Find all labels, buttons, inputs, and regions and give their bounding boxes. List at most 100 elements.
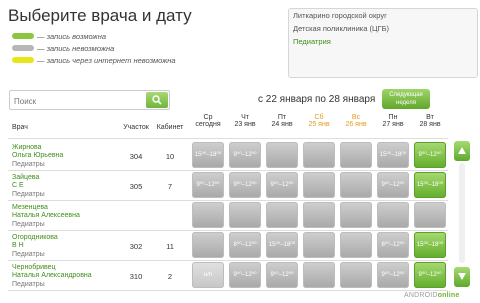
doctor-cabinet: 10 <box>165 152 175 161</box>
schedule-slot: 15⁰⁰–18⁰⁰ <box>266 232 298 258</box>
schedule-slot <box>303 172 335 198</box>
schedule-slot[interactable]: 15⁰⁰–18⁰⁰ <box>414 232 446 258</box>
schedule-slot <box>340 142 372 168</box>
search-input[interactable] <box>10 92 141 111</box>
row-divider <box>8 230 448 231</box>
scroll-up-button[interactable] <box>454 141 470 161</box>
day-name: Вт <box>426 114 434 121</box>
doctor-specialty: Педиатры <box>12 281 45 288</box>
doctor-surname: Огородникова <box>12 234 58 241</box>
doctor-name[interactable]: Жирнова Ольга Юрьевна <box>12 144 63 160</box>
legend-swatch <box>12 33 34 39</box>
legend-item-unavailable: — запись невозможна <box>12 42 176 54</box>
day-name: Вс <box>351 114 361 121</box>
schedule-slot <box>229 202 261 228</box>
search-button[interactable] <box>146 92 168 108</box>
schedule-slot <box>303 232 335 258</box>
col-day-3: Сб 25 янв <box>302 114 336 128</box>
schedule-slot: 9⁰⁰–12⁰⁰ <box>192 172 224 198</box>
day-date: сегодня <box>195 121 221 128</box>
date-range: с 22 января по 28 января <box>258 94 376 105</box>
schedule-slot: 9⁰⁰–12⁰⁰ <box>377 172 409 198</box>
clinic-specialty[interactable]: Педиатрия <box>289 35 477 48</box>
doctor-surname: Жирнова <box>12 144 42 151</box>
day-date: 24 янв <box>271 121 293 128</box>
doctor-specialty: Педиатры <box>12 221 45 228</box>
col-day-2: Пт 24 янв <box>265 114 299 128</box>
next-week-label-1: Следующая <box>389 92 423 98</box>
doctor-cabinet: 7 <box>167 182 173 191</box>
clinic-region: Литкарино городской округ <box>293 11 387 20</box>
search-box <box>9 90 170 111</box>
doctor-surname: Зайцева <box>12 174 40 181</box>
row-divider <box>8 290 448 291</box>
doctor-name[interactable]: Чернобривец Наталья Александровна <box>12 264 92 280</box>
watermark-part-a: ANDROID <box>404 292 438 299</box>
day-date: 28 янв <box>419 121 441 128</box>
next-week-button[interactable]: Следующая неделя <box>382 89 430 109</box>
schedule-slot: 9⁰⁰–12⁰⁰ <box>266 172 298 198</box>
watermark-part-b: online <box>437 292 460 299</box>
schedule-slot: 9⁰⁰–12⁰⁰ <box>229 142 261 168</box>
doctor-given-names: Ольга Юрьевна <box>12 152 64 159</box>
clinic-info-panel: Литкарино городской округ Детская поликл… <box>288 8 478 78</box>
doctor-name[interactable]: Огородникова В Н <box>12 234 58 250</box>
clinic-name: Детская поликлиника (ЦГБ) <box>293 24 389 33</box>
doctor-cabinet: 2 <box>167 272 173 281</box>
day-name: Пт <box>277 114 287 121</box>
scroll-down-button[interactable] <box>454 267 470 287</box>
schedule-slot: 9⁰⁰–12⁰⁰ <box>229 262 261 288</box>
schedule-slot <box>303 202 335 228</box>
day-date: 23 янв <box>234 121 256 128</box>
schedule-slot: 9⁰⁰–12⁰⁰ <box>266 262 298 288</box>
scrollbar-track[interactable] <box>459 163 465 263</box>
legend-swatch <box>12 45 34 51</box>
day-name: Чт <box>241 114 249 121</box>
doctor-area: 310 <box>129 272 143 281</box>
doctor-given-names: В Н <box>12 242 24 249</box>
col-day-6: Вт 28 янв <box>413 114 447 128</box>
col-day-1: Чт 23 янв <box>228 114 262 128</box>
day-name: Сб <box>314 114 324 121</box>
day-name: Пн <box>388 114 398 121</box>
doctor-area: 304 <box>129 152 143 161</box>
doctor-name[interactable]: Мезенцева Наталья Алексеевна <box>12 204 80 220</box>
schedule-slot: 8⁰⁰–12⁰⁰ <box>377 232 409 258</box>
col-day-4: Вс 26 янв <box>339 114 373 128</box>
row-divider <box>8 260 448 261</box>
doctor-specialty: Педиатры <box>12 251 45 258</box>
doctor-area: 305 <box>129 182 143 191</box>
legend: — запись возможна — запись невозможна — … <box>12 30 176 66</box>
doctor-given-names: Наталья Алексеевна <box>12 212 80 219</box>
watermark-logo: ANDROIDonline <box>404 292 460 299</box>
schedule-slot: н/п <box>192 262 224 288</box>
page-title: Выберите врача и дату <box>8 6 192 25</box>
day-date: 25 янв <box>308 121 330 128</box>
arrow-up-icon <box>458 147 466 154</box>
doctor-specialty: Педиатры <box>12 161 45 168</box>
schedule-slot <box>192 202 224 228</box>
schedule-slot[interactable]: 9⁰⁰–12⁰⁰ <box>414 142 446 168</box>
schedule-slot <box>266 142 298 168</box>
doctor-given-names: С Е <box>12 182 24 189</box>
doctor-name[interactable]: Зайцева С Е <box>12 174 39 190</box>
schedule-slot[interactable]: 9⁰⁰–12⁰⁰ <box>414 262 446 288</box>
schedule-slot: 15⁰⁰–18⁰⁰ <box>192 142 224 168</box>
schedule-slot <box>414 202 446 228</box>
schedule-slot <box>340 202 372 228</box>
col-area: Участок <box>123 124 149 131</box>
legend-item-available: — запись возможна <box>12 30 176 42</box>
doctor-surname: Чернобривец <box>12 264 56 271</box>
legend-label: — запись через интернет невозможна <box>37 55 176 65</box>
row-divider <box>8 200 448 201</box>
schedule-slot <box>340 172 372 198</box>
schedule-slot <box>340 232 372 258</box>
doctor-surname: Мезенцева <box>12 204 48 211</box>
schedule-slot: 8⁰⁰–12⁰⁰ <box>229 232 261 258</box>
search-icon <box>152 95 162 105</box>
schedule-slot <box>303 262 335 288</box>
legend-item-no-internet: — запись через интернет невозможна <box>12 54 176 66</box>
schedule-slot[interactable]: 15⁰⁰–18⁰⁰ <box>414 172 446 198</box>
schedule-slot: 9⁰⁰–12⁰⁰ <box>229 172 261 198</box>
col-day-5: Пн 27 янв <box>376 114 410 128</box>
